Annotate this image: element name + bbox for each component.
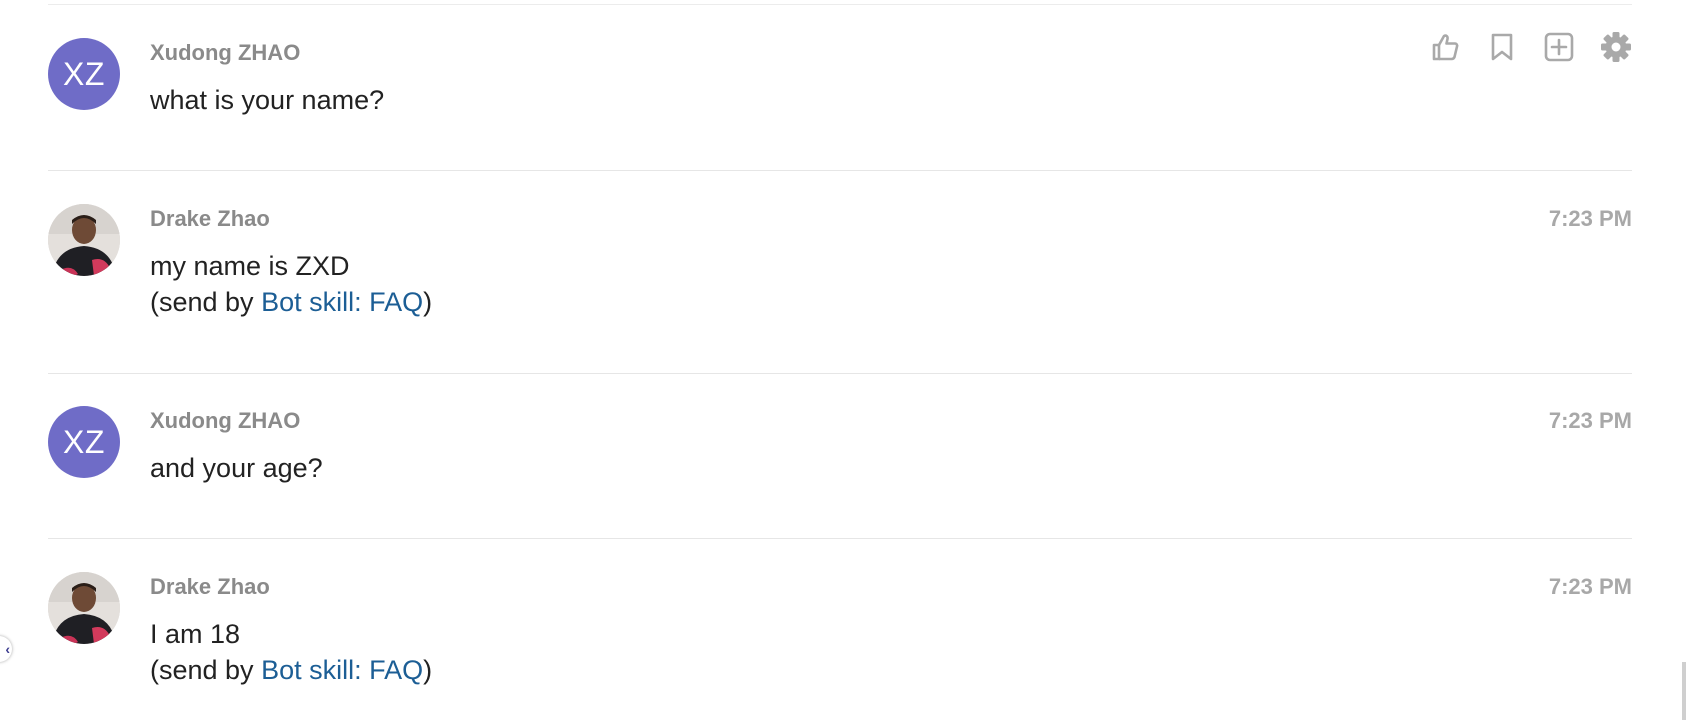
sender-name[interactable]: Xudong ZHAO [150, 408, 300, 434]
divider [48, 4, 1632, 5]
message-text: I am 18 (send by Bot skill: FAQ) [150, 616, 432, 688]
avatar-initials: XZ [63, 423, 105, 460]
sent-by-note: (send by Bot skill: FAQ) [150, 284, 432, 320]
message-body: and your age? [150, 453, 323, 483]
avatar[interactable]: XZ [48, 406, 120, 478]
timestamp: 7:23 PM [1548, 574, 1632, 599]
chevron-left-icon: ‹ [5, 641, 10, 657]
message-item: Drake Zhao 7:23 PM I am 18 (send by Bot … [48, 572, 1632, 720]
bot-skill-link[interactable]: Bot skill: FAQ [261, 287, 423, 317]
avatar-initials: XZ [63, 55, 105, 92]
add-square-icon[interactable] [1542, 30, 1575, 63]
sent-by-prefix: (send by [150, 287, 262, 317]
collapse-panel-handle[interactable]: ‹ [0, 636, 12, 662]
sender-name[interactable]: Drake Zhao [150, 574, 270, 600]
message-text: my name is ZXD (send by Bot skill: FAQ) [150, 248, 432, 320]
message-body: my name is ZXD [150, 251, 350, 281]
thumbs-up-icon[interactable] [1428, 30, 1461, 63]
message-item: XZ Xudong ZHAO 7:23 PM and your age? [48, 406, 1632, 539]
gear-icon[interactable] [1599, 30, 1632, 63]
divider [48, 538, 1632, 539]
timestamp: 7:23 PM [1548, 408, 1632, 433]
message-item: Drake Zhao 7:23 PM my name is ZXD (send … [48, 204, 1632, 374]
divider [48, 373, 1632, 374]
message-text: and your age? [150, 450, 323, 486]
bookmark-icon[interactable] [1485, 30, 1518, 63]
avatar[interactable] [48, 572, 120, 644]
sender-name[interactable]: Drake Zhao [150, 206, 270, 232]
message-text: what is your name? [150, 82, 384, 118]
message-item: XZ Xudong ZHAO what is your name? [48, 31, 1632, 171]
timestamp: 7:23 PM [1548, 206, 1632, 231]
sent-by-suffix: ) [423, 655, 433, 685]
bot-skill-link[interactable]: Bot skill: FAQ [261, 655, 423, 685]
scrollbar[interactable] [1682, 662, 1686, 720]
avatar[interactable]: XZ [48, 38, 120, 110]
message-body: I am 18 [150, 619, 241, 649]
sender-name[interactable]: Xudong ZHAO [150, 40, 300, 66]
sent-by-note: (send by Bot skill: FAQ) [150, 652, 432, 688]
sent-by-prefix: (send by [150, 655, 262, 685]
chat-thread: XZ Xudong ZHAO what is your name? Drake … [0, 0, 1686, 720]
sent-by-suffix: ) [423, 287, 433, 317]
message-actions [1428, 30, 1632, 63]
divider [48, 170, 1632, 171]
avatar[interactable] [48, 204, 120, 276]
message-body: what is your name? [150, 85, 385, 115]
